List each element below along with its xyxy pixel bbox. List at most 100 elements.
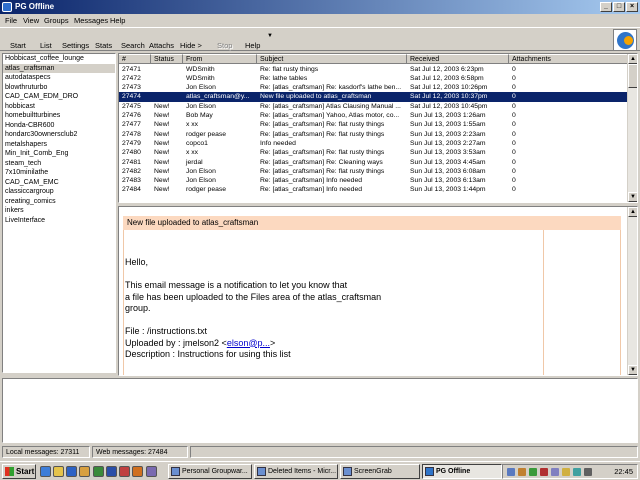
table-row[interactable]: 27483 New! Jon Elson Re: [atlas_craftsman] … <box>119 176 637 185</box>
group-list-item[interactable]: inkers <box>3 206 115 216</box>
group-list-item[interactable]: blowthruturbo <box>3 83 115 93</box>
cell-num: 27479 <box>122 139 141 147</box>
log-pane[interactable] <box>2 378 638 443</box>
scroll-down-icon[interactable]: ▼ <box>628 365 637 375</box>
column-header-subject[interactable]: Subject <box>257 54 407 64</box>
table-row[interactable]: 27478 New! rodger pease Re: [atlas_craftsma… <box>119 130 637 139</box>
internet-explorer-icon[interactable] <box>66 466 77 477</box>
column-header-status[interactable]: Status <box>151 54 183 64</box>
column-header-from[interactable]: From <box>183 54 257 64</box>
help-button[interactable]: Help <box>245 41 260 50</box>
cell-att: 0 <box>512 186 516 194</box>
group-list-item[interactable]: Honda-CBR600 <box>3 121 115 131</box>
table-row[interactable]: 27473 Jon Elson Re: [atlas_craftsman] Re: … <box>119 83 637 92</box>
scroll-down-icon[interactable]: ▼ <box>628 192 637 202</box>
group-list-item[interactable]: hobbicast <box>3 102 115 112</box>
cell-num: 27477 <box>122 121 141 129</box>
group-list-item[interactable]: 7x10minilathe <box>3 168 115 178</box>
table-row[interactable]: 27474 atlas_craftsman@y... New file upload… <box>119 92 637 102</box>
table-row[interactable]: 27481 New! jerdal Re: [atlas_craftsman] Re:… <box>119 158 637 167</box>
tray-icon[interactable] <box>529 468 537 476</box>
word-icon[interactable] <box>106 466 117 477</box>
table-row[interactable]: 27476 New! Bob May Re: [atlas_craftsman] Ya… <box>119 111 637 120</box>
group-list-item[interactable]: metalshapers <box>3 140 115 150</box>
menu-messages[interactable]: Messages <box>74 16 108 25</box>
preview-line: This email message is a notification to … <box>125 280 348 290</box>
table-row[interactable]: 27482 New! Jon Elson Re: [atlas_craftsman] … <box>119 167 637 176</box>
tray-icon[interactable] <box>507 468 515 476</box>
table-row[interactable]: 27471 WDSmith Re: flat rusty things Sat Jul… <box>119 65 637 74</box>
group-list-item[interactable]: CAD_CAM_EMC <box>3 178 115 188</box>
stop-button[interactable]: Stop <box>217 41 232 50</box>
start-button[interactable]: Start <box>10 41 26 50</box>
scroll-thumb[interactable] <box>628 64 637 88</box>
tray-icon[interactable] <box>551 468 559 476</box>
group-list-item[interactable]: homebuiltturbines <box>3 111 115 121</box>
tray-icon[interactable] <box>518 468 526 476</box>
column-header-attachments[interactable]: Attachments <box>509 54 629 64</box>
cell-subject: New file uploaded to atlas_craftsman <box>260 93 372 101</box>
search-button[interactable]: Search <box>121 41 145 50</box>
table-row[interactable]: 27477 New! x xx Re: [atlas_craftsman] Re: f… <box>119 120 637 129</box>
group-list-item[interactable]: classiccargroup <box>3 187 115 197</box>
title-bar: PG Offline _ □ × <box>0 0 640 14</box>
menu-file[interactable]: File <box>5 16 17 25</box>
access-icon[interactable] <box>119 466 130 477</box>
group-list-item[interactable]: LiveInterface <box>3 216 115 226</box>
desktop-icon[interactable] <box>40 466 51 477</box>
table-row[interactable]: 27484 New! rodger pease Re: [atlas_craftsma… <box>119 185 637 194</box>
tray-icon[interactable] <box>573 468 581 476</box>
task-personal-groupware[interactable]: Personal Groupwar... <box>168 464 252 479</box>
table-row[interactable]: 27480 New! x xx Re: [atlas_craftsman] Re: f… <box>119 148 637 157</box>
scroll-up-icon[interactable]: ▲ <box>628 54 637 64</box>
cell-subject: Re: [atlas_craftsman] Re: flat rusty thi… <box>260 167 385 175</box>
group-list-item[interactable]: CAD_CAM_EDM_DRO <box>3 92 115 102</box>
table-row[interactable]: 27479 New! copco1 Info needed Sun Jul 13, 20… <box>119 139 637 148</box>
attachs-button[interactable]: Attachs <box>149 41 174 50</box>
group-list-item[interactable]: hondarc30ownersclub2 <box>3 130 115 140</box>
group-list-item[interactable]: Min_Init_Comb_Eng <box>3 149 115 159</box>
app-icon[interactable] <box>146 466 157 477</box>
help-dropdown-icon[interactable]: ▼ <box>267 33 273 39</box>
task-deleted-items[interactable]: Deleted Items - Micr... <box>254 464 338 479</box>
scroll-up-icon[interactable]: ▲ <box>628 207 637 217</box>
group-list-item[interactable]: Hobbicast_coffee_lounge <box>3 54 115 64</box>
task-screengrab[interactable]: ScreenGrab <box>340 464 420 479</box>
explorer-icon[interactable] <box>53 466 64 477</box>
group-list[interactable]: Hobbicast_coffee_lounge atlas_craftsman au… <box>2 53 116 373</box>
close-button[interactable]: × <box>626 2 638 12</box>
local-messages-status: Local messages: 27311 <box>2 446 90 458</box>
window-icon <box>343 467 352 476</box>
settings-button[interactable]: Settings <box>62 41 89 50</box>
cell-num: 27475 <box>122 102 141 110</box>
column-header-number[interactable]: # <box>119 54 151 64</box>
stats-button[interactable]: Stats <box>95 41 112 50</box>
group-list-item[interactable]: creating_comics <box>3 197 115 207</box>
tray-icon[interactable] <box>562 468 570 476</box>
table-scrollbar[interactable]: ▲ ▼ <box>627 54 637 202</box>
table-row[interactable]: 27475 New! Jon Elson Re: [atlas_craftsman] … <box>119 102 637 111</box>
group-list-item[interactable]: atlas_craftsman <box>3 63 115 73</box>
column-header-received[interactable]: Received <box>407 54 509 64</box>
preview-scrollbar[interactable]: ▲ ▼ <box>627 207 637 375</box>
windows-start-button[interactable]: Start <box>2 464 36 479</box>
task-pg-offline[interactable]: PG Offline <box>422 464 502 479</box>
group-list-item[interactable]: autodataspecs <box>3 73 115 83</box>
list-button[interactable]: List <box>40 41 52 50</box>
cell-att: 0 <box>512 65 516 73</box>
table-row[interactable]: 27472 WDSmith Re: lathe tables Sat Jul 12, … <box>119 74 637 83</box>
powerpoint-icon[interactable] <box>132 466 143 477</box>
minimize-button[interactable]: _ <box>600 2 612 12</box>
menu-groups[interactable]: Groups <box>44 16 69 25</box>
speaker-icon[interactable] <box>584 468 592 476</box>
uploader-email-link[interactable]: elson@p... <box>227 338 270 348</box>
excel-icon[interactable] <box>93 466 104 477</box>
maximize-button[interactable]: □ <box>613 2 625 12</box>
group-list-item[interactable]: steam_tech <box>3 159 115 169</box>
cell-subject: Re: [atlas_craftsman] Re: Cleaning ways <box>260 158 383 166</box>
tray-icon[interactable] <box>540 468 548 476</box>
hide-button[interactable]: Hide > <box>180 41 202 50</box>
outlook-icon[interactable] <box>79 466 90 477</box>
menu-view[interactable]: View <box>23 16 39 25</box>
menu-help[interactable]: Help <box>110 16 125 25</box>
